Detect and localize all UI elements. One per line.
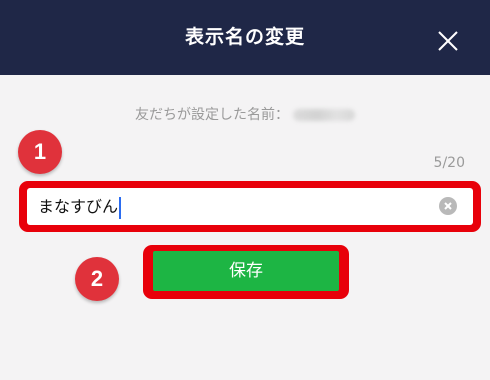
clear-input-button[interactable]	[439, 197, 457, 215]
header-bar: 表示名の変更	[0, 0, 490, 75]
display-name-value: まなすびん	[38, 197, 119, 216]
close-button[interactable]	[436, 29, 460, 53]
blurred-name-value	[293, 109, 355, 121]
annotation-badge-1: 1	[18, 130, 62, 174]
save-button[interactable]: 保存	[153, 251, 339, 291]
character-counter: 5/20	[433, 155, 465, 171]
clear-circle-icon	[444, 202, 452, 210]
annotation-badge-2: 2	[75, 257, 119, 301]
text-caret	[119, 196, 122, 219]
friend-set-name: 友だちが設定した名前：	[0, 104, 490, 124]
page-title: 表示名の変更	[184, 26, 305, 48]
friend-set-name-label: 友だちが設定した名前：	[135, 107, 289, 123]
display-name-input[interactable]: まなすびん	[27, 188, 473, 225]
close-icon	[438, 31, 458, 51]
